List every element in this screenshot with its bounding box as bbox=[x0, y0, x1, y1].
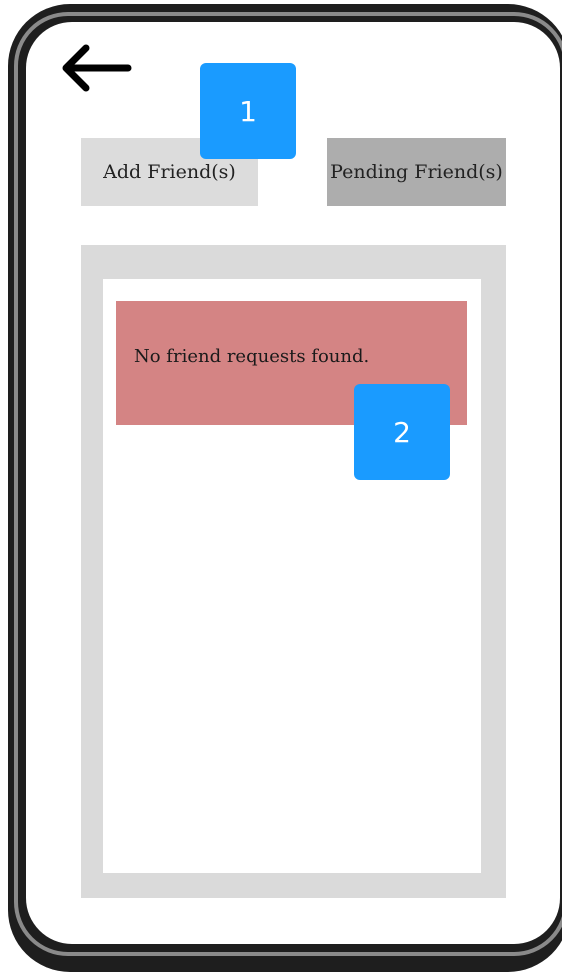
annotation-badge-1-label: 1 bbox=[239, 94, 257, 128]
pending-friends-button[interactable]: Pending Friend(s) bbox=[327, 138, 506, 206]
no-requests-message: No friend requests found. bbox=[134, 345, 370, 367]
pending-friends-label: Pending Friend(s) bbox=[330, 161, 503, 183]
arrow-left-icon[interactable] bbox=[60, 42, 132, 94]
annotation-badge-1: 1 bbox=[200, 63, 296, 159]
annotation-badge-2-label: 2 bbox=[393, 415, 411, 449]
annotation-badge-2: 2 bbox=[354, 384, 450, 480]
add-friends-label: Add Friend(s) bbox=[103, 161, 236, 183]
